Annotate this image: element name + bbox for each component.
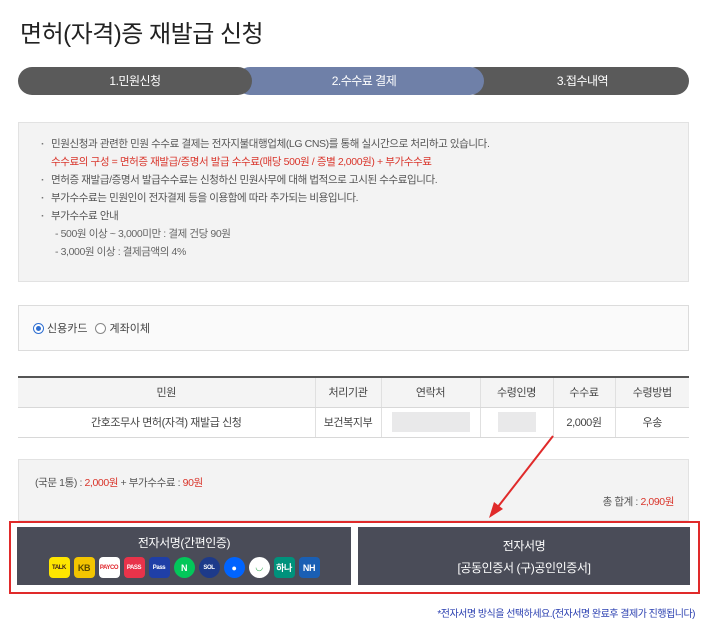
- step-label: 3.접수내역: [556, 74, 609, 88]
- cell-delivery: 우송: [614, 407, 689, 438]
- toss-icon: ●: [223, 557, 245, 578]
- col-header-civil: 민원: [18, 376, 315, 408]
- fee-breakdown: (국문 1통) : 2,000원 + 부가수수료 : 90원: [35, 475, 203, 490]
- payment-option-bank-transfer[interactable]: 계좌이체: [95, 320, 150, 336]
- cell-civil: 간호조무사 면허(자격) 재발급 신청: [18, 407, 315, 438]
- extra-fee-value: 90원: [182, 477, 204, 489]
- payment-method-box: 신용카드 계좌이체: [18, 305, 689, 351]
- pass-icon: PASS: [123, 557, 145, 578]
- info-line: 면허증 재발급/증명서 발급수수료는 신청하신 민원사무에 대해 법적으로 고시…: [41, 171, 668, 189]
- kakao-talk-icon: TALK: [48, 557, 70, 578]
- radio-selected-icon[interactable]: [33, 322, 44, 334]
- fee-total: 총 합계 : 2,090원: [602, 494, 675, 509]
- shinhan-icon: SOL: [198, 557, 220, 578]
- health-insurance-icon: ◡: [248, 557, 270, 578]
- total-label: 총 합계 :: [602, 496, 641, 508]
- summary-plus: + 부가수수료 :: [118, 477, 183, 489]
- info-line: 민원신청과 관련한 민원 수수료 결제는 전자지불대행업체(LG CNS)를 통…: [41, 135, 668, 153]
- col-header-agency: 처리기관: [314, 376, 381, 408]
- info-sub-line: - 3,000원 이상 : 결제금액의 4%: [55, 246, 186, 258]
- samsung-pass-icon: Pass: [148, 557, 170, 578]
- sign-notice: *전자서명 방식을 선택하세요.(전자서명 완료후 결제가 진행됩니다): [437, 609, 695, 620]
- cell-agency: 보건복지부: [314, 407, 381, 438]
- redacted-recipient: [497, 412, 536, 432]
- payco-icon: PAYCO: [98, 557, 120, 578]
- easy-sign-button[interactable]: 전자서명(간편인증) TALK KB PAYCO PASS Pass N SOL ● ◡ 하나 NH: [17, 527, 351, 585]
- col-header-delivery: 수령방법: [614, 376, 689, 408]
- page-title: 면허(자격)증 재발급 신청: [20, 21, 264, 48]
- summary-prefix: (국문 1통) :: [35, 477, 85, 489]
- table-header-row: 민원 처리기관 연락처 수령인명 수수료 수령방법: [18, 376, 689, 408]
- progress-stepper: 1.민원신청 2.수수료 결제 3.접수내역: [18, 67, 689, 95]
- easy-sign-label: 전자서명(간편인증): [137, 536, 231, 550]
- col-header-recipient: 수령인명: [479, 376, 553, 408]
- fee-composition-line: 수수료의 구성 = 면허증 재발급/증명서 발급 수수료(매당 500원 / 증…: [51, 156, 432, 168]
- info-line: 부가수수료는 민원인이 전자결제 등을 이용함에 따라 추가되는 비용입니다.: [41, 189, 668, 207]
- application-table: 민원 처리기관 연락처 수령인명 수수료 수령방법 간호조무사 면허(자격) 재…: [18, 376, 689, 438]
- sign-provider-icons: TALK KB PAYCO PASS Pass N SOL ● ◡ 하나 NH: [17, 557, 351, 578]
- fee-info-box: 민원신청과 관련한 민원 수수료 결제는 전자지불대행업체(LG CNS)를 통…: [18, 122, 689, 282]
- step-civil-application: 1.민원신청: [18, 67, 252, 95]
- kb-icon: KB: [73, 557, 95, 578]
- cell-fee: 2,000원: [552, 407, 615, 438]
- cell-contact: [380, 407, 480, 438]
- redacted-contact: [391, 412, 470, 432]
- certificate-sign-button[interactable]: 전자서명 [공동인증서 (구)공인인증서]: [358, 527, 690, 585]
- certificate-sign-sublabel: [공동인증서 (구)공인인증서]: [457, 561, 591, 575]
- col-header-contact: 연락처: [380, 376, 480, 408]
- certificate-sign-label: 전자서명: [502, 539, 546, 553]
- step-receipt-details: 3.접수내역: [462, 67, 689, 95]
- step-fee-payment: 2.수수료 결제: [236, 67, 484, 95]
- cell-recipient: [479, 407, 553, 438]
- radio-unselected-icon[interactable]: [95, 322, 107, 334]
- table-row: 간호조무사 면허(자격) 재발급 신청 보건복지부 2,000원 우송: [18, 407, 689, 438]
- naver-icon: N: [173, 557, 195, 578]
- info-line: 부가수수료 안내: [41, 207, 668, 225]
- info-sub-line: - 500원 이상 ~ 3,000미만 : 결제 건당 90원: [55, 228, 231, 240]
- col-header-fee: 수수료: [552, 376, 615, 408]
- step-label: 2.수수료 결제: [331, 74, 397, 88]
- hana-icon: 하나: [273, 557, 295, 578]
- fee-summary-box: (국문 1통) : 2,000원 + 부가수수료 : 90원 총 합계 : 2,…: [18, 459, 689, 521]
- payment-option-label: 신용카드: [47, 323, 88, 335]
- payment-option-credit-card[interactable]: 신용카드: [33, 320, 87, 336]
- total-value: 2,090원: [640, 496, 674, 508]
- base-fee-value: 2,000원: [84, 477, 119, 489]
- payment-option-label: 계좌이체: [109, 323, 150, 335]
- nh-icon: NH: [298, 557, 320, 578]
- step-label: 1.민원신청: [109, 74, 161, 88]
